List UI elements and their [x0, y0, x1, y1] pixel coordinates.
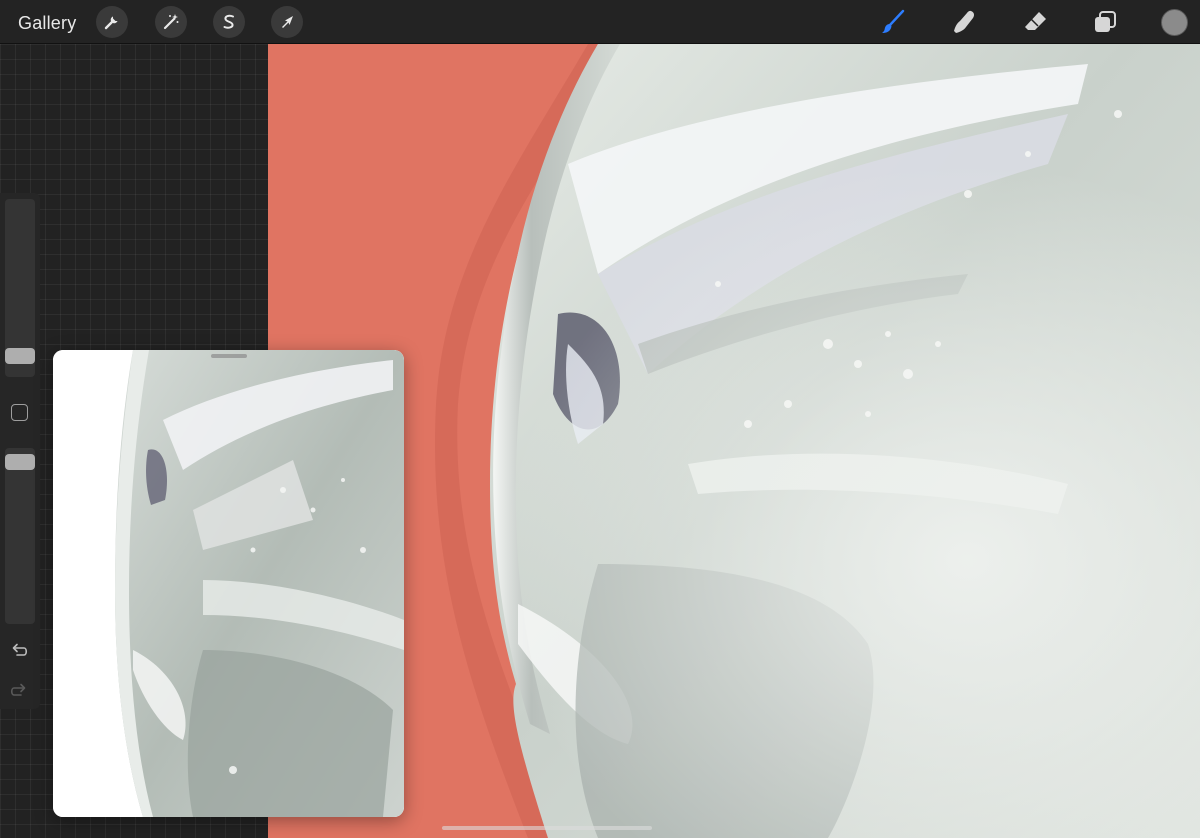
undo-arrow-icon[interactable]	[8, 639, 30, 661]
canvas-artwork	[268, 44, 1200, 838]
selection-button[interactable]	[213, 6, 245, 38]
eraser-icon	[1025, 12, 1046, 30]
layers-icon	[1095, 11, 1116, 32]
brush-tool-button[interactable]	[877, 6, 909, 38]
wrench-icon	[104, 16, 118, 30]
color-picker-swatch[interactable]	[1161, 9, 1188, 36]
brush-size-slider[interactable]	[5, 199, 35, 377]
opacity-thumb[interactable]	[5, 454, 35, 470]
drawing-canvas[interactable]	[268, 44, 1200, 838]
selection-s-icon	[223, 14, 234, 29]
redo-arrow-icon[interactable]	[8, 679, 30, 701]
smudge-tool-button[interactable]	[948, 6, 980, 38]
adjustments-button[interactable]	[155, 6, 187, 38]
magic-wand-icon	[163, 14, 179, 30]
top-toolbar: Gallery	[0, 0, 1200, 44]
arrow-cursor-icon	[282, 16, 293, 28]
actions-button[interactable]	[96, 6, 128, 38]
brush-icon	[882, 9, 905, 33]
gallery-button[interactable]: Gallery	[18, 10, 76, 36]
home-indicator	[442, 826, 652, 830]
eraser-tool-button[interactable]	[1020, 6, 1052, 38]
reference-window[interactable]	[53, 350, 404, 817]
left-sidebar	[0, 193, 40, 709]
layers-button[interactable]	[1089, 6, 1121, 38]
brush-size-thumb[interactable]	[5, 348, 35, 364]
reference-image	[53, 350, 404, 817]
square-modify-icon[interactable]	[11, 404, 28, 421]
smudge-finger-icon	[954, 10, 975, 34]
reference-drag-handle[interactable]	[211, 354, 247, 358]
transform-button[interactable]	[271, 6, 303, 38]
opacity-slider[interactable]	[5, 448, 35, 624]
